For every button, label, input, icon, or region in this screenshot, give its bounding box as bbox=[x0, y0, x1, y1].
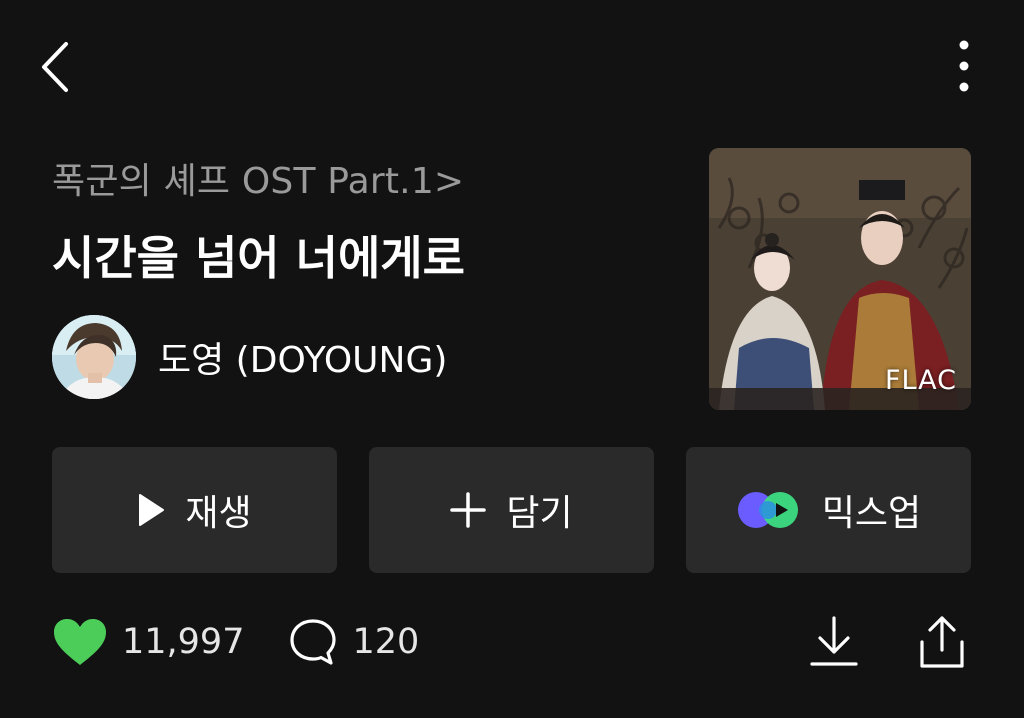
artist-photo bbox=[52, 315, 136, 399]
artist-name[interactable]: 도영 (DOYOUNG) bbox=[158, 331, 447, 383]
add-label: 담기 bbox=[506, 493, 573, 534]
more-vertical-icon bbox=[959, 40, 969, 92]
mixup-label: 믹스업 bbox=[821, 493, 922, 534]
share-icon bbox=[920, 616, 964, 668]
add-to-playlist-button[interactable]: 담기 bbox=[369, 447, 654, 573]
stats-row: 11,997 120 bbox=[52, 610, 419, 674]
album-cover[interactable]: FLAC bbox=[709, 148, 971, 410]
comment-button[interactable] bbox=[288, 617, 338, 667]
download-icon bbox=[810, 616, 858, 666]
mixup-button[interactable]: 믹스업 bbox=[686, 447, 971, 573]
like-button[interactable] bbox=[52, 617, 108, 667]
heart-icon bbox=[54, 619, 106, 665]
share-button[interactable] bbox=[914, 612, 970, 672]
plus-icon bbox=[450, 492, 487, 528]
top-bar bbox=[0, 0, 1024, 130]
play-icon bbox=[137, 493, 165, 527]
album-link[interactable]: 폭군의 셰프 OST Part.1> bbox=[52, 152, 464, 204]
play-button[interactable]: 재생 bbox=[52, 447, 337, 573]
mixup-icon bbox=[736, 490, 802, 530]
play-label: 재생 bbox=[185, 493, 252, 534]
back-button[interactable] bbox=[36, 38, 84, 96]
download-button[interactable] bbox=[806, 612, 862, 672]
artist-avatar[interactable] bbox=[52, 315, 136, 399]
comment-count: 120 bbox=[352, 622, 420, 662]
flac-badge: FLAC bbox=[884, 365, 957, 396]
chevron-left-icon bbox=[42, 42, 68, 92]
like-count: 11,997 bbox=[122, 622, 245, 662]
song-title: 시간을 넘어 너에게로 bbox=[52, 231, 465, 285]
comment-icon bbox=[290, 619, 337, 665]
more-options-button[interactable] bbox=[944, 38, 984, 96]
artist-row[interactable]: 도영 (DOYOUNG) bbox=[52, 314, 447, 400]
